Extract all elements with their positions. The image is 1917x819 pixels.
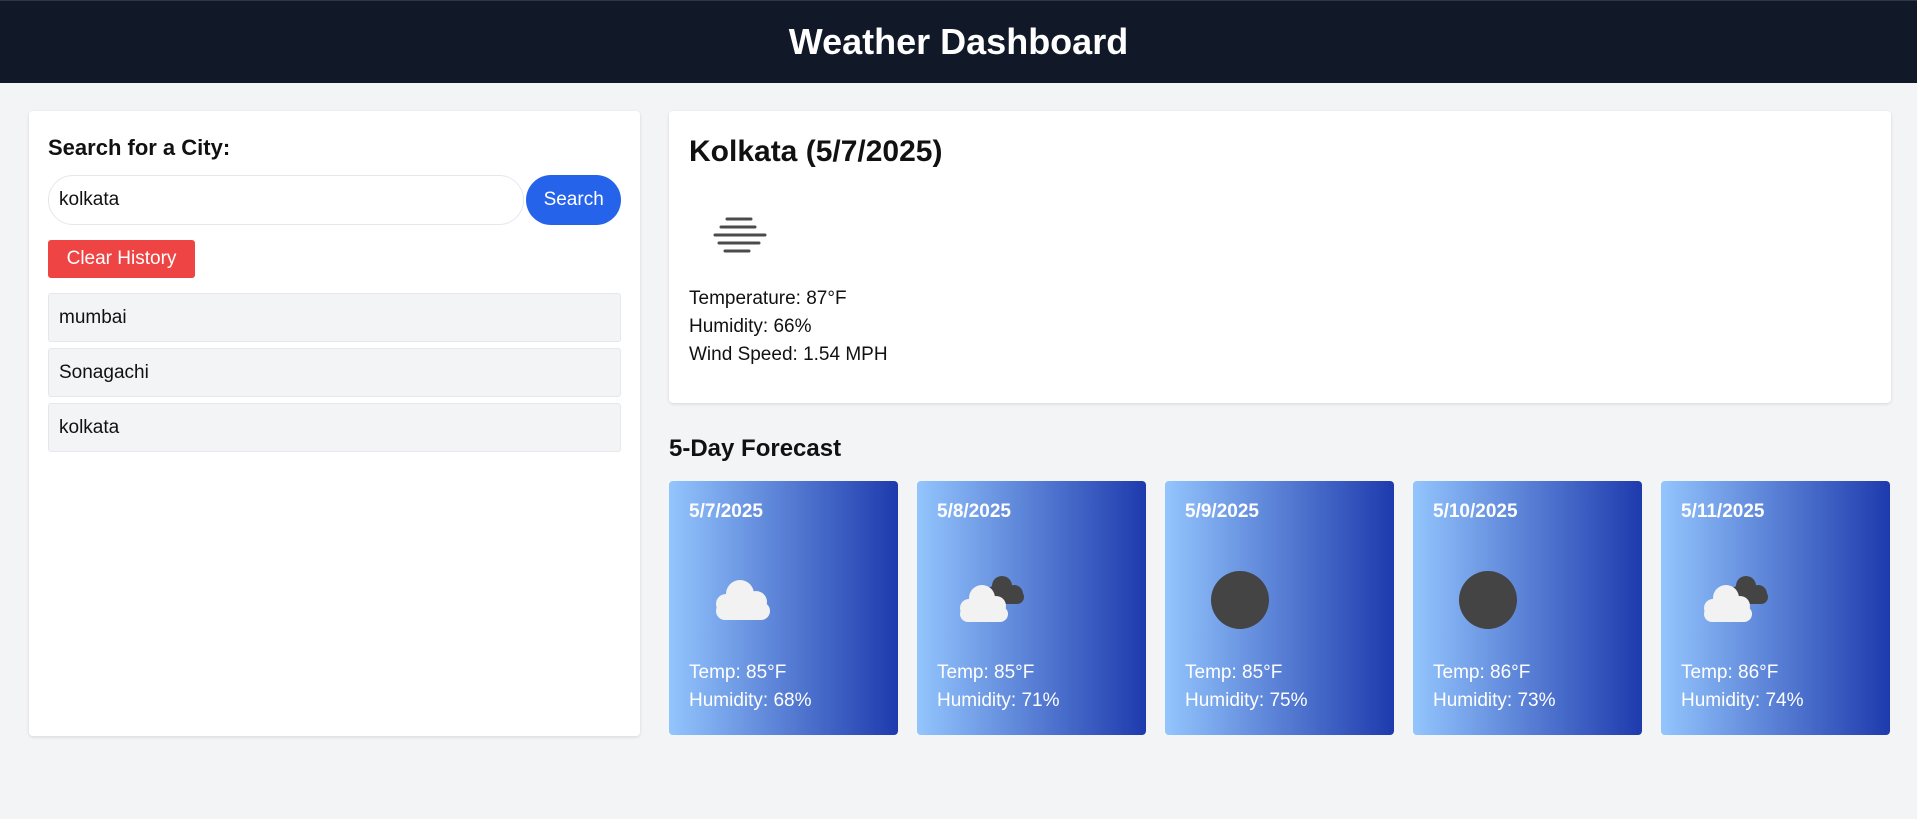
forecast-temp: Temp: 86°F (1433, 662, 1531, 683)
forecast-temp: Temp: 85°F (1185, 662, 1283, 683)
current-temperature: Temperature: 87°F (689, 288, 847, 309)
forecast-card: 5/8/2025 Temp: 85°F Humidity: 71% (917, 481, 1146, 735)
forecast-date: 5/8/2025 (937, 501, 1011, 522)
current-humidity: Humidity: 66% (689, 316, 812, 337)
overcast-icon (1448, 566, 1528, 630)
forecast-temp: Temp: 85°F (937, 662, 1035, 683)
cloud-icon (704, 566, 784, 630)
history-item[interactable]: kolkata (48, 403, 621, 452)
forecast-stats: Temp: 85°F Humidity: 71% (937, 659, 1060, 715)
forecast-humidity: Humidity: 74% (1681, 690, 1804, 711)
forecast-title: 5-Day Forecast (669, 435, 842, 462)
current-city-title: Kolkata (5/7/2025) (689, 135, 943, 168)
forecast-stats: Temp: 85°F Humidity: 68% (689, 659, 812, 715)
clear-history-button[interactable]: Clear History (48, 240, 195, 278)
history-item[interactable]: Sonagachi (48, 348, 621, 397)
forecast-stats: Temp: 86°F Humidity: 73% (1433, 659, 1556, 715)
forecast-date: 5/11/2025 (1681, 501, 1765, 522)
forecast-humidity: Humidity: 75% (1185, 690, 1308, 711)
forecast-date: 5/7/2025 (689, 501, 763, 522)
search-history-list: mumbai Sonagachi kolkata (48, 293, 621, 452)
forecast-row: 5/7/2025 Temp: 85°F Humidity: 68% 5/8/20… (669, 481, 1890, 735)
broken-clouds-icon (1696, 566, 1776, 630)
forecast-date: 5/9/2025 (1185, 501, 1259, 522)
forecast-humidity: Humidity: 68% (689, 690, 812, 711)
mist-icon (689, 181, 789, 281)
forecast-temp: Temp: 86°F (1681, 662, 1779, 683)
forecast-humidity: Humidity: 71% (937, 690, 1060, 711)
search-row: Search (48, 175, 621, 225)
current-wind-speed: Wind Speed: 1.54 MPH (689, 344, 888, 365)
city-search-input[interactable] (48, 175, 525, 225)
forecast-card: 5/9/2025 Temp: 85°F Humidity: 75% (1165, 481, 1394, 735)
current-weather-card: Kolkata (5/7/2025) Temperature: 87°F Hum… (669, 111, 1891, 403)
forecast-stats: Temp: 85°F Humidity: 75% (1185, 659, 1308, 715)
forecast-temp: Temp: 85°F (689, 662, 787, 683)
forecast-stats: Temp: 86°F Humidity: 74% (1681, 659, 1804, 715)
history-item[interactable]: mumbai (48, 293, 621, 342)
search-label: Search for a City: (48, 135, 231, 160)
page-title: Weather Dashboard (788, 21, 1129, 62)
forecast-humidity: Humidity: 73% (1433, 690, 1556, 711)
current-weather-details: Temperature: 87°F Humidity: 66% Wind Spe… (689, 285, 1871, 369)
forecast-card: 5/7/2025 Temp: 85°F Humidity: 68% (669, 481, 898, 735)
forecast-card: 5/10/2025 Temp: 86°F Humidity: 73% (1413, 481, 1642, 735)
overcast-icon (1200, 566, 1280, 630)
search-panel: Search for a City: Search Clear History … (29, 111, 640, 736)
search-button[interactable]: Search (526, 175, 621, 225)
app-header: Weather Dashboard (0, 0, 1917, 83)
forecast-date: 5/10/2025 (1433, 501, 1518, 522)
broken-clouds-icon (952, 566, 1032, 630)
forecast-card: 5/11/2025 Temp: 86°F Humidity: 74% (1661, 481, 1890, 735)
